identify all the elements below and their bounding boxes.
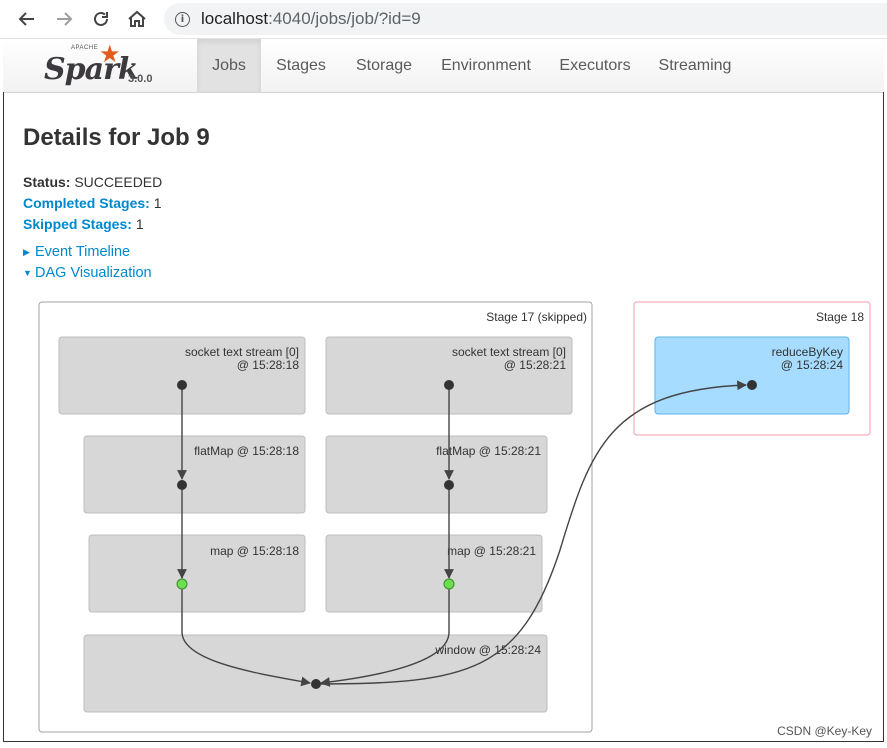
op-socket-stream-2-time: @ 15:28:21 (504, 358, 567, 372)
op-reducebykey-time: @ 15:28:24 (781, 358, 844, 372)
edge-map2-window (320, 584, 450, 687)
stage-17-label: Stage 17 (skipped) (486, 310, 587, 324)
op-socket-stream-2[interactable] (325, 336, 573, 415)
dag-graph: Stage 17 (skipped) Stage 18 socket text … (38, 301, 871, 733)
stage-18-label: Stage 18 (816, 310, 864, 324)
arrow-left-icon (18, 12, 34, 26)
op-map-2-label: map @ 15:28:21 (447, 544, 536, 558)
op-window[interactable] (83, 634, 548, 713)
star-icon: ★ (99, 41, 121, 68)
dag-visualization-toggle[interactable]: ▼ DAG Visualization (23, 265, 152, 281)
dag-node-map-1-cached[interactable] (176, 578, 188, 590)
op-socket-stream-1-time: @ 15:28:18 (237, 358, 300, 372)
edge-window-reducebykey (315, 380, 747, 685)
tab-storage[interactable]: Storage (341, 39, 427, 92)
url-text[interactable]: localhost:4040/jobs/job/?id=9 (201, 9, 421, 29)
op-flatmap-1-label: flatMap @ 15:28:18 (194, 444, 299, 458)
reload-button[interactable] (88, 6, 114, 32)
stage-18-box[interactable] (633, 301, 871, 436)
home-icon (128, 10, 146, 27)
status-value: SUCCEEDED (74, 174, 163, 190)
url-host: localhost (201, 9, 269, 28)
dag-node-socket-2[interactable] (444, 380, 454, 390)
op-flatmap-2-label: flatMap @ 15:28:21 (436, 444, 541, 458)
skipped-stages-link[interactable]: Skipped Stages: (23, 216, 132, 232)
dag-node-map-2-cached[interactable] (443, 578, 455, 590)
op-flatmap-1[interactable] (83, 435, 306, 514)
event-timeline-label: Event Timeline (35, 244, 131, 260)
event-timeline-toggle[interactable]: ▶ Event Timeline (23, 244, 130, 260)
op-window-label: window @ 15:28:24 (434, 643, 541, 657)
op-reducebykey-label: reduceByKey (772, 345, 843, 359)
stage-17-box[interactable] (38, 301, 593, 733)
edge-map1-window (181, 584, 311, 687)
op-socket-stream-2-label: socket text stream [0] (452, 345, 566, 359)
skipped-stages-value: 1 (135, 216, 144, 232)
spark-version: 3.0.0 (128, 73, 153, 85)
op-flatmap-2[interactable] (325, 435, 548, 514)
address-bar[interactable]: i localhost:4040/jobs/job/?id=9 (164, 3, 887, 35)
op-reducebykey[interactable] (654, 336, 850, 415)
completed-stages-link[interactable]: Completed Stages: (23, 195, 150, 211)
tab-executors[interactable]: Executors (545, 39, 645, 92)
op-socket-stream-1[interactable] (58, 336, 306, 415)
tab-environment[interactable]: Environment (427, 39, 545, 92)
op-map-2[interactable] (325, 534, 543, 613)
status-label: Status: (23, 174, 71, 190)
dag-visualization-label: DAG Visualization (35, 265, 152, 281)
logo-apache-text: APACHE (71, 45, 99, 51)
url-path: :4040/jobs/job/?id=9 (268, 9, 421, 28)
logo-spark-text: Spark (44, 52, 139, 87)
status-row: Status: SUCCEEDED (23, 172, 162, 193)
op-map-1[interactable] (88, 534, 306, 613)
completed-stages-value: 1 (153, 195, 162, 211)
dag-node-flatmap-1[interactable] (177, 480, 187, 490)
browser-toolbar: i localhost:4040/jobs/job/?id=9 (0, 0, 887, 39)
dag-node-reducebykey[interactable] (747, 380, 757, 390)
job-summary: Status: SUCCEEDED Completed Stages: 1 Sk… (23, 172, 162, 235)
tab-jobs[interactable]: Jobs (197, 39, 261, 92)
watermark: CSDN @Key-Key (777, 724, 872, 738)
tab-streaming[interactable]: Streaming (645, 39, 745, 92)
tab-stages[interactable]: Stages (261, 39, 341, 92)
frame-border-left (3, 92, 4, 742)
dag-node-flatmap-2[interactable] (444, 480, 454, 490)
page-title: Details for Job 9 (23, 124, 210, 151)
back-button[interactable] (14, 6, 40, 32)
arrow-right-icon (57, 12, 73, 26)
reload-icon (94, 11, 108, 26)
op-socket-stream-1-label: socket text stream [0] (185, 345, 299, 359)
caret-right-icon: ▶ (23, 247, 30, 257)
spark-navbar: APACHE Spark ★ 3.0.0 Jobs Stages Storage… (3, 39, 884, 93)
op-map-1-label: map @ 15:28:18 (210, 544, 299, 558)
skipped-stages-row: Skipped Stages: 1 (23, 214, 162, 235)
forward-button[interactable] (51, 6, 77, 32)
frame-border-right (883, 92, 884, 742)
caret-down-icon: ▼ (23, 268, 32, 278)
completed-stages-row: Completed Stages: 1 (23, 193, 162, 214)
home-button[interactable] (124, 6, 150, 32)
info-icon[interactable]: i (175, 11, 190, 27)
dag-node-socket-1[interactable] (177, 380, 187, 390)
dag-node-window[interactable] (311, 679, 321, 689)
spark-logo[interactable]: APACHE Spark ★ 3.0.0 (43, 41, 163, 89)
frame-border-bottom (3, 741, 884, 742)
